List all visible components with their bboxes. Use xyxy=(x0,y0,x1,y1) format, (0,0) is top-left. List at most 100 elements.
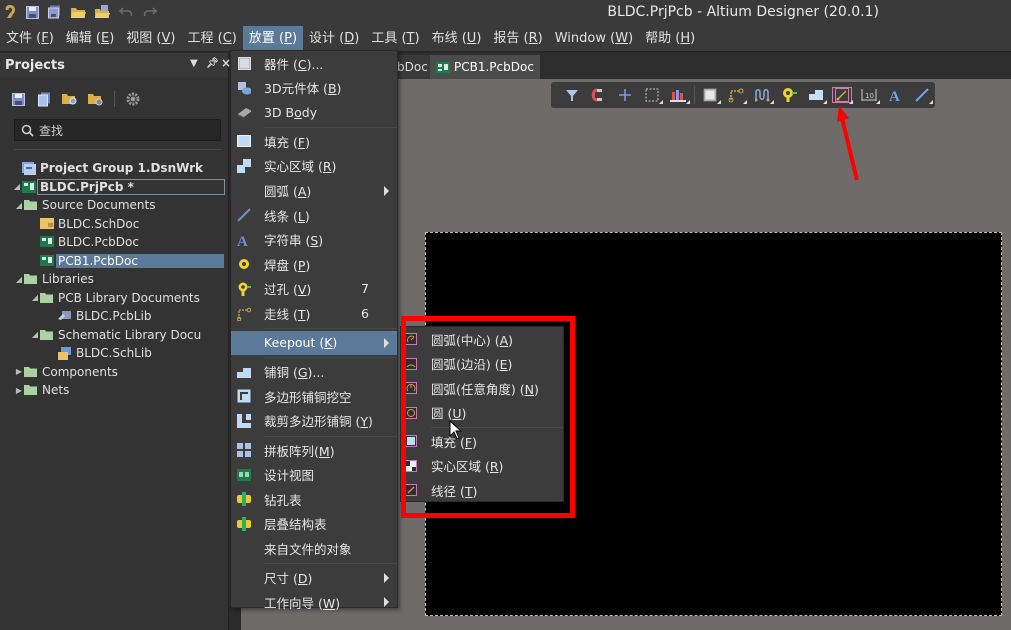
via-tool-button[interactable] xyxy=(776,84,803,106)
route-tool-button[interactable] xyxy=(723,84,750,106)
menu-item-polygon-cutout[interactable]: 多边形铺铜挖空 xyxy=(231,384,397,408)
menu-item-string[interactable]: A 字符串 (S) xyxy=(231,228,397,252)
menu-edit[interactable]: 编辑 (E) xyxy=(60,26,121,52)
tab-pcb1-pcbdoc[interactable]: PCB1.PcbDoc xyxy=(430,55,540,79)
menu-item-solid-region[interactable]: 实心区域 (R) xyxy=(231,154,397,178)
menu-place[interactable]: 放置 (P) xyxy=(242,25,304,52)
line-tool-button[interactable] xyxy=(908,84,935,106)
menu-design[interactable]: 设计 (D) xyxy=(303,26,365,52)
label-text: 钻孔表 xyxy=(264,492,302,508)
polygon-tool-button[interactable] xyxy=(802,84,829,106)
tree-item-libraries[interactable]: ◢ Libraries xyxy=(14,270,96,288)
label-text: 铺铜 ( xyxy=(264,365,298,381)
text-tool-button[interactable]: A xyxy=(882,84,909,106)
tree-item-schematic-library-docu[interactable]: ◢ Schematic Library Docu xyxy=(30,326,203,344)
tree-item-pcb-library-documents[interactable]: ◢ PCB Library Documents xyxy=(30,289,202,307)
component-tool-button[interactable] xyxy=(696,84,723,106)
select-rect-tool-button[interactable] xyxy=(639,84,666,106)
tree-item-nets[interactable]: ▶ Nets xyxy=(14,381,71,399)
menu-item-arc-edge[interactable]: 圆弧(边沿) (E) xyxy=(401,352,563,376)
search-input[interactable]: 查找 xyxy=(14,119,221,141)
tree-item-label: Schematic Library Docu xyxy=(58,327,202,342)
expand-arrow-icon[interactable]: ◢ xyxy=(14,275,24,284)
open-project-icon[interactable] xyxy=(94,4,110,20)
tree-item-components[interactable]: ▶ Components xyxy=(14,363,120,381)
keepout-tool-button[interactable] xyxy=(829,84,856,106)
expand-arrow-icon[interactable]: ◢ xyxy=(14,201,24,210)
collapse-arrow-icon[interactable]: ▶ xyxy=(14,367,24,376)
menu-file[interactable]: 文件 (F) xyxy=(0,26,60,52)
panel-menu-icon[interactable]: ▼ xyxy=(190,58,198,69)
undo-icon[interactable] xyxy=(118,4,134,20)
tree-item-bldc-schlib[interactable]: BLDC.SchLib xyxy=(58,344,154,362)
menu-item-line[interactable]: 线条 (L) xyxy=(231,203,397,227)
save-all-icon[interactable] xyxy=(46,4,62,20)
menu-item-fill[interactable]: 填充 (F) xyxy=(231,129,397,153)
menu-item-pad[interactable]: 焊盘 (P) xyxy=(231,252,397,276)
save-icon[interactable] xyxy=(24,4,40,20)
menu-item-object-from-file[interactable]: 来自文件的对象 xyxy=(231,536,397,560)
menu-item-keepout-fill[interactable]: 填充 (F) xyxy=(401,429,563,453)
menu-item-keepout[interactable]: Keepout (K) xyxy=(231,330,397,355)
menu-item-wizard[interactable]: 工作向导 (W) xyxy=(231,590,397,614)
menu-item-dimension[interactable]: 尺寸 (D) xyxy=(231,566,397,590)
find-folder-icon[interactable] xyxy=(62,91,78,107)
menu-item-arc[interactable]: 圆弧 (A) xyxy=(231,179,397,203)
expand-arrow-icon[interactable]: ◢ xyxy=(12,182,22,191)
save-project-icon[interactable] xyxy=(10,91,26,107)
menu-label: 编辑 ( xyxy=(65,30,101,46)
pin-icon[interactable]: 📌︎ xyxy=(206,58,219,69)
dimension-tool-button[interactable]: 10 xyxy=(855,84,882,106)
gear-icon[interactable] xyxy=(125,91,141,107)
label-end: ) xyxy=(508,332,514,348)
collapse-arrow-icon[interactable]: ▶ xyxy=(14,386,24,395)
menu-item-layer-stack-table[interactable]: 层叠结构表 xyxy=(231,512,397,536)
expand-arrow-icon[interactable]: ◢ xyxy=(30,293,40,302)
menu-item-embedded-board-array[interactable]: 拼板阵列(M) xyxy=(231,438,397,462)
redo-icon[interactable] xyxy=(142,4,158,20)
menu-view[interactable]: 视图 (V) xyxy=(120,26,181,52)
tree-item-bldc-prjpcb[interactable]: ◢ BLDC.PrjPcb * xyxy=(12,178,225,196)
tree-item-pcb1-pcbdoc[interactable]: PCB1.PcbDoc xyxy=(40,252,224,270)
menu-item-slice-polygon[interactable]: 裁剪多边形铺铜 (Y) xyxy=(231,409,397,433)
label-text: 线径 ( xyxy=(431,483,465,499)
menu-item-via[interactable]: 过孔 (V) 7 xyxy=(231,277,397,301)
tree-item-bldc-pcblib[interactable]: BLDC.PcbLib xyxy=(58,307,153,325)
folder-settings-icon[interactable] xyxy=(88,91,104,107)
cross-tool-button[interactable] xyxy=(612,84,639,106)
menu-bar: 文件 (F) 编辑 (E) 视图 (V) 工程 (C) 放置 (P) 设计 (D) 工具 (… xyxy=(0,25,1011,52)
menu-item-arc-any-angle[interactable]: 圆弧(任意角度) (N) xyxy=(401,376,563,400)
menu-window[interactable]: Window (W) xyxy=(549,26,639,52)
expand-arrow-icon[interactable]: ◢ xyxy=(30,330,40,339)
menu-route[interactable]: 布线 (U) xyxy=(426,26,488,52)
app-logo-icon[interactable] xyxy=(2,4,18,20)
menu-tools[interactable]: 工具 (T) xyxy=(365,26,425,52)
menu-item-keepout-solid-region[interactable]: 实心区域 (R) xyxy=(401,454,563,478)
menu-item-3d-body-en[interactable]: 3D Body xyxy=(231,100,397,124)
menu-item-full-circle[interactable]: 圆 (U) xyxy=(401,401,563,425)
diff-pair-tool-button[interactable] xyxy=(749,84,776,106)
menu-item-track[interactable]: 走线 (T) 6 xyxy=(231,302,397,326)
filter-tool-button[interactable] xyxy=(559,84,586,106)
open-folder-icon[interactable] xyxy=(70,4,86,20)
copy-icon[interactable] xyxy=(36,91,52,107)
menu-item-keepout-track[interactable]: 线径 (T) xyxy=(401,478,563,502)
tree-item-bldc-schdoc[interactable]: BLDC.SchDoc xyxy=(40,215,141,233)
menu-help[interactable]: 帮助 (H) xyxy=(639,26,701,52)
tree-item-project-group-1-dsnwrk[interactable]: Project Group 1.DsnWrk xyxy=(22,159,205,177)
menu-item-polygon-pour[interactable]: 铺铜 (G)... xyxy=(231,360,397,384)
menu-item-arc-center[interactable]: 圆弧(中心) (A) xyxy=(401,327,563,351)
menu-item-3d-body[interactable]: 3D元件体 (B) xyxy=(231,76,397,100)
accel-key: o xyxy=(294,104,302,120)
tree-item-bldc-pcbdoc[interactable]: BLDC.PcbDoc xyxy=(40,233,141,251)
tree-item-source-documents[interactable]: ◢ Source Documents xyxy=(14,196,157,214)
align-tool-button[interactable] xyxy=(665,84,692,106)
menu-item-design-view[interactable]: 设计视图 xyxy=(231,463,397,487)
menu-project[interactable]: 工程 (C) xyxy=(182,26,243,52)
menu-item-drill-table[interactable]: 钻孔表 xyxy=(231,487,397,511)
menu-item-component[interactable]: 器件 (C)... xyxy=(231,51,397,75)
tree-item-label: Libraries xyxy=(42,272,94,286)
snap-magnet-tool-button[interactable] xyxy=(586,84,613,106)
menu-reports[interactable]: 报告 (R) xyxy=(487,26,548,52)
select-rect-icon xyxy=(645,88,659,102)
